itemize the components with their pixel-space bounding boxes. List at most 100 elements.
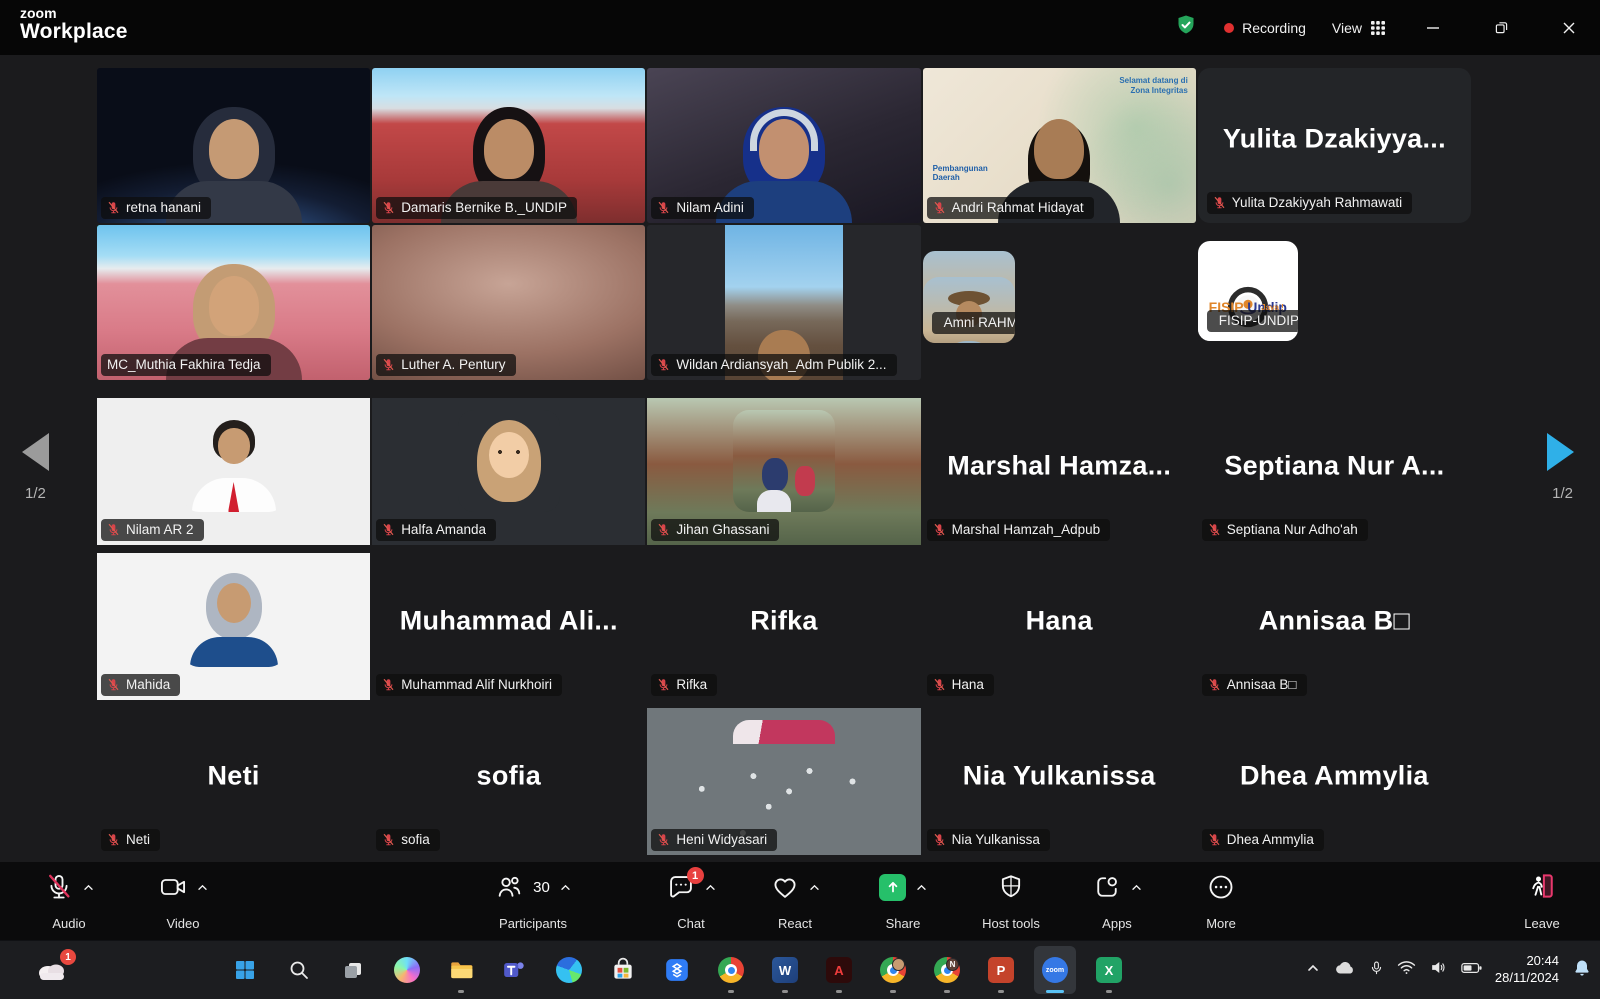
profile-avatar [458, 410, 560, 512]
taskbar-ppt-button[interactable]: P [980, 946, 1022, 994]
muted-mic-icon [1213, 196, 1226, 209]
toolbar-host-button[interactable]: Host tools [956, 871, 1066, 931]
teams-icon [502, 957, 528, 983]
taskbar-clock[interactable]: 20:44 28/11/2024 [1495, 953, 1559, 987]
taskbar-search-button[interactable] [278, 946, 320, 994]
tile-nia-yulkanissa[interactable]: Nia Yulkanissa Nia Yulkanissa [923, 708, 1196, 855]
toolbar-react-button[interactable]: React [740, 871, 850, 931]
tile-halfa-amanda[interactable]: Halfa Amanda [372, 398, 645, 545]
system-tray: 20:44 28/11/2024 [1305, 941, 1592, 999]
dropbox-icon [664, 957, 690, 983]
tile-hana[interactable]: Hana Hana [923, 553, 1196, 700]
tile-andri-rahmat-hidayat[interactable]: Selamat datang di Zona IntegritasPembang… [923, 68, 1196, 223]
view-button[interactable]: View [1332, 20, 1386, 36]
next-page-arrow[interactable] [1547, 433, 1574, 471]
tile-luther-a-pentury[interactable]: Luther A. Pentury [372, 225, 645, 380]
close-button[interactable] [1548, 0, 1590, 55]
heart-react-icon [771, 873, 799, 901]
taskbar-edge-button[interactable] [548, 946, 590, 994]
restore-icon [1493, 19, 1510, 36]
taskbar-explorer-button[interactable] [440, 946, 482, 994]
tile-amni-rahman-universitas-dip[interactable]: Amni RAHMAN_UNIVERSITAS DIP... [923, 251, 1015, 343]
tile-muhammad-alif-nurkhoiri[interactable]: Muhammad Ali... Muhammad Alif Nurkhoiri [372, 553, 645, 700]
tile-nilam-ar-2[interactable]: Nilam AR 2 [97, 398, 370, 545]
onedrive-icon[interactable] [1334, 960, 1356, 981]
participant-name-label: Marshal Hamzah_Adpub [927, 519, 1111, 541]
leave-button[interactable]: Leave [1492, 871, 1592, 931]
muted-mic-icon [933, 523, 946, 536]
wifi-icon[interactable] [1397, 959, 1416, 981]
tile-heni-widyasari[interactable]: Heni Widyasari [647, 708, 920, 855]
tile-septiana-nur-adho-ah[interactable]: Septiana Nur A... Septiana Nur Adho'ah [1198, 398, 1471, 545]
tile-marshal-hamzah-adpub[interactable]: Marshal Hamza... Marshal Hamzah_Adpub [923, 398, 1196, 545]
taskbar-word-button[interactable]: W [764, 946, 806, 994]
tile-annisaa-b[interactable]: Annisaa B□ Annisaa B□ [1198, 553, 1471, 700]
microphone-tray-icon[interactable] [1369, 959, 1384, 982]
taskbar-zoomapp-button[interactable]: zoom [1034, 946, 1076, 994]
taskbar-acrobat-button[interactable]: A [818, 946, 860, 994]
virtual-bg-logo-text: Pembangunan Daerah [933, 164, 1003, 183]
muted-mic-icon [382, 678, 395, 691]
participant-name-text: Hana [952, 677, 984, 692]
tile-wildan-ardiansyah-adm-publik-2[interactable]: Wildan Ardiansyah_Adm Publik 2... [647, 225, 920, 380]
tile-dhea-ammylia[interactable]: Dhea Ammylia Dhea Ammylia [1198, 708, 1471, 855]
tile-retna-hanani[interactable]: retna hanani [97, 68, 370, 223]
muted-mic-icon [382, 358, 395, 371]
taskbar-chrome3-button[interactable]: N [926, 946, 968, 994]
participant-name-text: Rifka [676, 677, 707, 692]
toolbar-share-button[interactable]: Share [848, 871, 958, 931]
participant-name-label: Wildan Ardiansyah_Adm Publik 2... [651, 354, 896, 376]
muted-mic-icon [107, 201, 120, 214]
toolbar-audio-button[interactable]: Audio [14, 871, 124, 931]
toolbar-more-button[interactable]: More [1166, 871, 1276, 931]
taskbar-excel-button[interactable]: X [1088, 946, 1130, 994]
participant-name-label: Hana [927, 674, 994, 696]
tray-time: 20:44 [1495, 953, 1559, 970]
taskbar-taskview-button[interactable] [332, 946, 374, 994]
restore-button[interactable] [1480, 0, 1522, 55]
participant-row-3: Nilam AR 2 Halfa Amanda Jihan Ghassani M… [97, 398, 1471, 545]
tile-yulita-dzakiyyah-rahmawati[interactable]: Yulita Dzakiyya... Yulita Dzakiyyah Rahm… [1198, 68, 1471, 223]
taskbar-dropbox-button[interactable] [656, 946, 698, 994]
volume-icon[interactable] [1429, 959, 1448, 981]
tile-rifka[interactable]: Rifka Rifka [647, 553, 920, 700]
battery-icon[interactable] [1461, 961, 1482, 980]
participant-name-text: Dhea Ammylia [1227, 832, 1314, 847]
excel-icon: X [1096, 957, 1122, 983]
participant-name-text: sofia [401, 832, 430, 847]
notification-bell-icon[interactable] [1572, 958, 1592, 983]
tile-mc-muthia-fakhira-tedja[interactable]: MC_Muthia Fakhira Tedja [97, 225, 370, 380]
toolbar-chat-button[interactable]: 1Chat [636, 871, 746, 931]
muted-mic-icon [107, 678, 120, 691]
participant-name-label: Muhammad Alif Nurkhoiri [376, 674, 562, 696]
tile-damaris-bernike-b-undip[interactable]: Damaris Bernike B._UNDIP [372, 68, 645, 223]
windows-start-icon [233, 958, 257, 982]
toolbar-button-label: More [1206, 916, 1236, 931]
tile-neti[interactable]: Neti Neti [97, 708, 370, 855]
tile-mahida[interactable]: Mahida [97, 553, 370, 700]
toolbar-video-button[interactable]: Video [128, 871, 238, 931]
taskbar-chrome2-button[interactable] [872, 946, 914, 994]
tile-nilam-adini[interactable]: Nilam Adini [647, 68, 920, 223]
toolbar-button-label: Apps [1102, 916, 1132, 931]
tray-chevron-icon[interactable] [1305, 960, 1321, 981]
tile-jihan-ghassani[interactable]: Jihan Ghassani [647, 398, 920, 545]
taskbar-start-button[interactable] [224, 946, 266, 994]
minimize-icon [1425, 20, 1441, 36]
security-shield-icon[interactable] [1174, 13, 1198, 42]
taskbar-copilot-button[interactable] [386, 946, 428, 994]
taskbar-store-button[interactable] [602, 946, 644, 994]
tile-fisip-undip[interactable]: FISIP UndipJaya ! FISIP-UNDIP [1198, 241, 1298, 341]
task-view-icon [341, 958, 365, 982]
participant-name-text: FISIP-UNDIP [1219, 313, 1298, 328]
participant-name-text: Heni Widyasari [676, 832, 767, 847]
taskbar-chrome-button[interactable] [710, 946, 752, 994]
toolbar-apps-button[interactable]: Apps [1062, 871, 1172, 931]
taskbar-teams-button[interactable] [494, 946, 536, 994]
minimize-button[interactable] [1412, 0, 1454, 55]
toolbar-participants-button[interactable]: 30Participants [478, 871, 588, 931]
previous-page-arrow[interactable] [22, 433, 49, 471]
widgets-button[interactable]: 1 [26, 949, 78, 991]
tile-sofia[interactable]: sofia sofia [372, 708, 645, 855]
muted-mic-icon [107, 523, 120, 536]
